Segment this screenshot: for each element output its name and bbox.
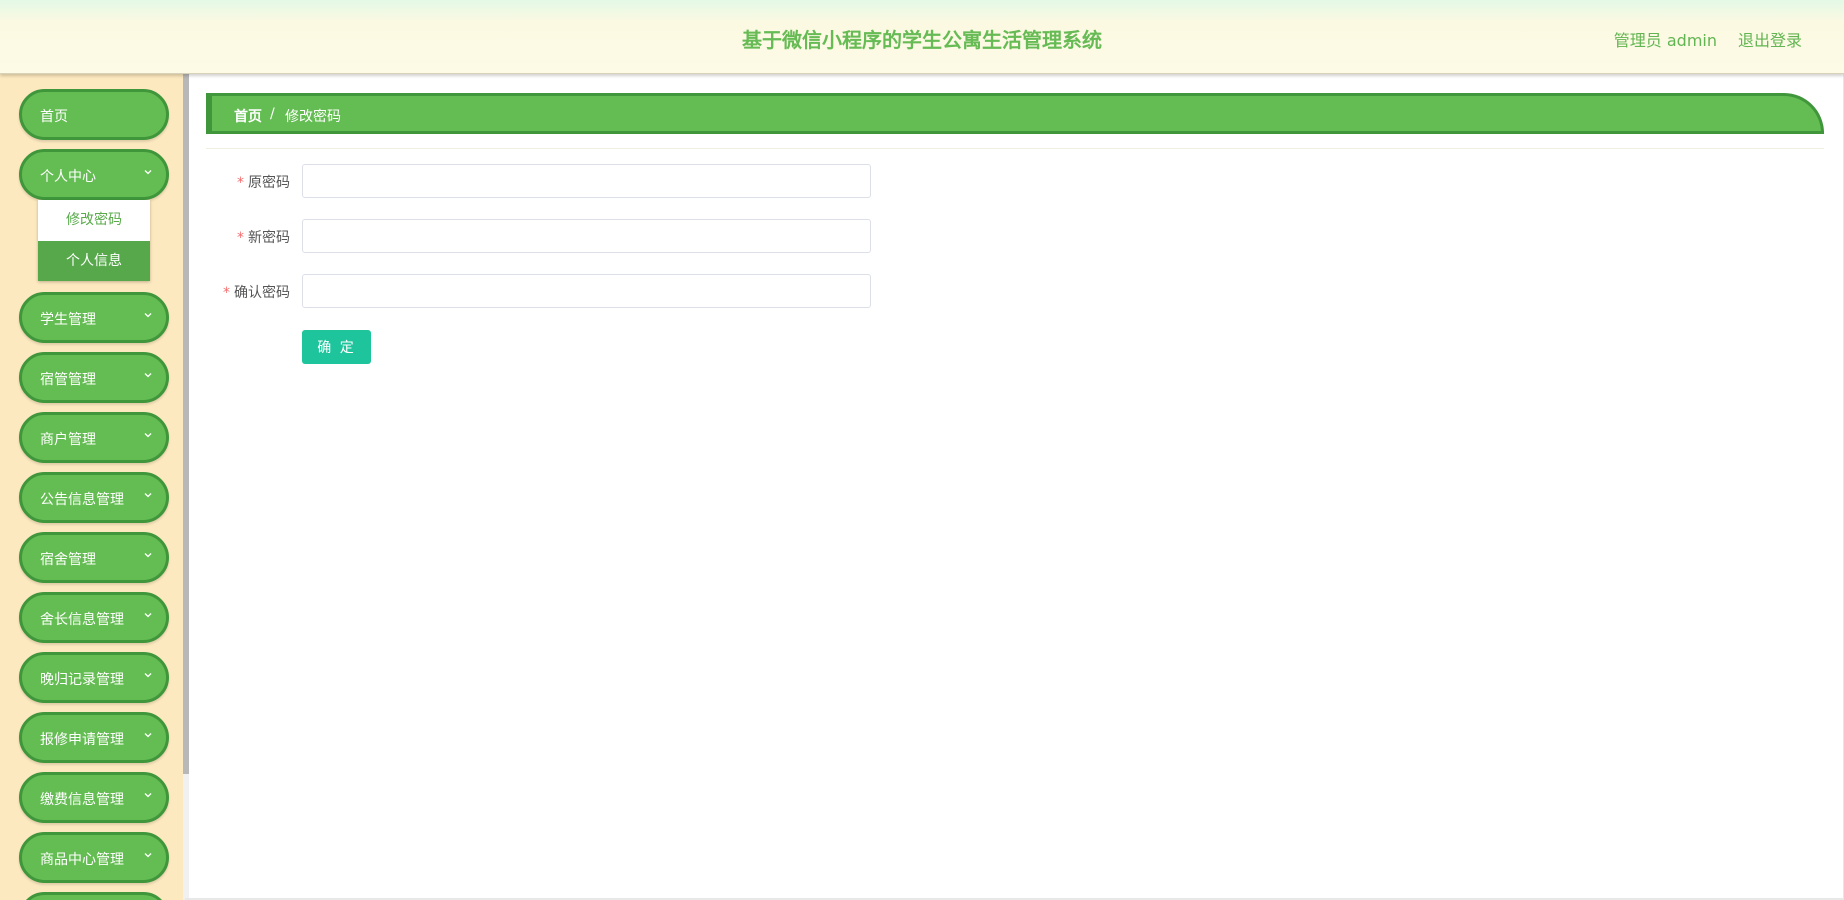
sidebar-item-label: 首页 — [40, 109, 68, 125]
sidebar-item-label: 宿管管理 — [40, 372, 96, 388]
divider — [206, 148, 1824, 149]
sidebar-item-label: 商户管理 — [40, 432, 96, 448]
sidebar-item-label: 报修申请管理 — [40, 732, 124, 748]
chevron-down-icon — [144, 433, 152, 438]
sidebar-scrollbar-track[interactable] — [183, 774, 189, 900]
sidebar-item-late-return-management[interactable]: 晚归记录管理 — [19, 652, 169, 703]
required-asterisk: * — [237, 230, 244, 246]
chevron-down-icon — [144, 553, 152, 558]
old-password-input[interactable] — [302, 164, 871, 198]
form-row-confirm-password: * 确认密码 — [206, 274, 906, 308]
chevron-down-icon — [144, 313, 152, 318]
sidebar-scrollbar-thumb[interactable] — [183, 74, 189, 774]
chevron-down-icon — [144, 793, 152, 798]
sidebar-item-home[interactable]: 首页 — [19, 89, 169, 140]
chevron-down-icon — [144, 673, 152, 678]
sidebar-item-label: 宿舍管理 — [40, 552, 96, 568]
chevron-down-icon — [144, 733, 152, 738]
chevron-down-icon — [144, 170, 152, 175]
new-password-input[interactable] — [302, 219, 871, 253]
confirm-password-label: * 确认密码 — [223, 282, 290, 302]
confirm-password-input[interactable] — [302, 274, 871, 308]
sidebar-item-announcement-management[interactable]: 公告信息管理 — [19, 472, 169, 523]
field-label: 确认密码 — [234, 285, 290, 301]
breadcrumb-current: 修改密码 — [285, 109, 341, 125]
sidebar-item-label: 学生管理 — [40, 312, 96, 328]
sidebar-item-repair-request-management[interactable]: 报修申请管理 — [19, 712, 169, 763]
breadcrumb-home[interactable]: 首页 — [234, 106, 262, 126]
sidebar-item-label: 晚归记录管理 — [40, 672, 124, 688]
submenu-item-change-password[interactable]: 修改密码 — [38, 200, 150, 240]
sidebar-item-personal-center[interactable]: 个人中心 — [19, 149, 169, 200]
sidebar-item-label: 舍长信息管理 — [40, 612, 124, 628]
current-user-label: 管理员 admin — [1613, 31, 1717, 50]
form-row-new-password: * 新密码 — [206, 219, 906, 253]
sidebar-item-student-management[interactable]: 学生管理 — [19, 292, 169, 343]
breadcrumb: 首页 / 修改密码 — [206, 93, 1824, 134]
submenu-item-personal-info[interactable]: 个人信息 — [38, 241, 150, 281]
new-password-label: * 新密码 — [237, 227, 290, 247]
sidebar-item-label: 个人中心 — [40, 169, 96, 185]
breadcrumb-separator: / — [270, 106, 275, 122]
sidebar: 首页 个人中心 修改密码 个人信息 学生管理 宿管管理 商户管理 公告信息管理 … — [0, 74, 185, 900]
field-label: 原密码 — [248, 175, 290, 191]
sidebar-item-merchant-management[interactable]: 商户管理 — [19, 412, 169, 463]
old-password-label: * 原密码 — [237, 172, 290, 192]
required-asterisk: * — [237, 175, 244, 191]
required-asterisk: * — [223, 285, 230, 301]
chevron-down-icon — [144, 373, 152, 378]
chevron-down-icon — [144, 853, 152, 858]
logout-link[interactable]: 退出登录 — [1738, 27, 1802, 51]
submenu-personal-center: 修改密码 个人信息 — [38, 200, 150, 281]
sidebar-item-product-center-management[interactable]: 商品中心管理 — [19, 832, 169, 883]
app-title: 基于微信小程序的学生公寓生活管理系统 — [742, 28, 1102, 52]
confirm-button[interactable]: 确 定 — [302, 330, 371, 364]
chevron-down-icon — [144, 613, 152, 618]
sidebar-item-payment-management[interactable]: 缴费信息管理 — [19, 772, 169, 823]
top-header: 基于微信小程序的学生公寓生活管理系统 管理员 admin 退出登录 — [0, 0, 1844, 74]
sidebar-item-dorm-manager-management[interactable]: 宿管管理 — [19, 352, 169, 403]
sidebar-item-label: 商品中心管理 — [40, 852, 124, 868]
chevron-down-icon — [144, 493, 152, 498]
sidebar-item-label: 缴费信息管理 — [40, 792, 124, 808]
sidebar-item-label: 公告信息管理 — [40, 492, 124, 508]
field-label: 新密码 — [248, 230, 290, 246]
form-row-old-password: * 原密码 — [206, 164, 906, 198]
sidebar-item-dormitory-management[interactable]: 宿舍管理 — [19, 532, 169, 583]
sidebar-item-room-leader-management[interactable]: 舍长信息管理 — [19, 592, 169, 643]
sidebar-item-partial[interactable] — [19, 892, 169, 900]
